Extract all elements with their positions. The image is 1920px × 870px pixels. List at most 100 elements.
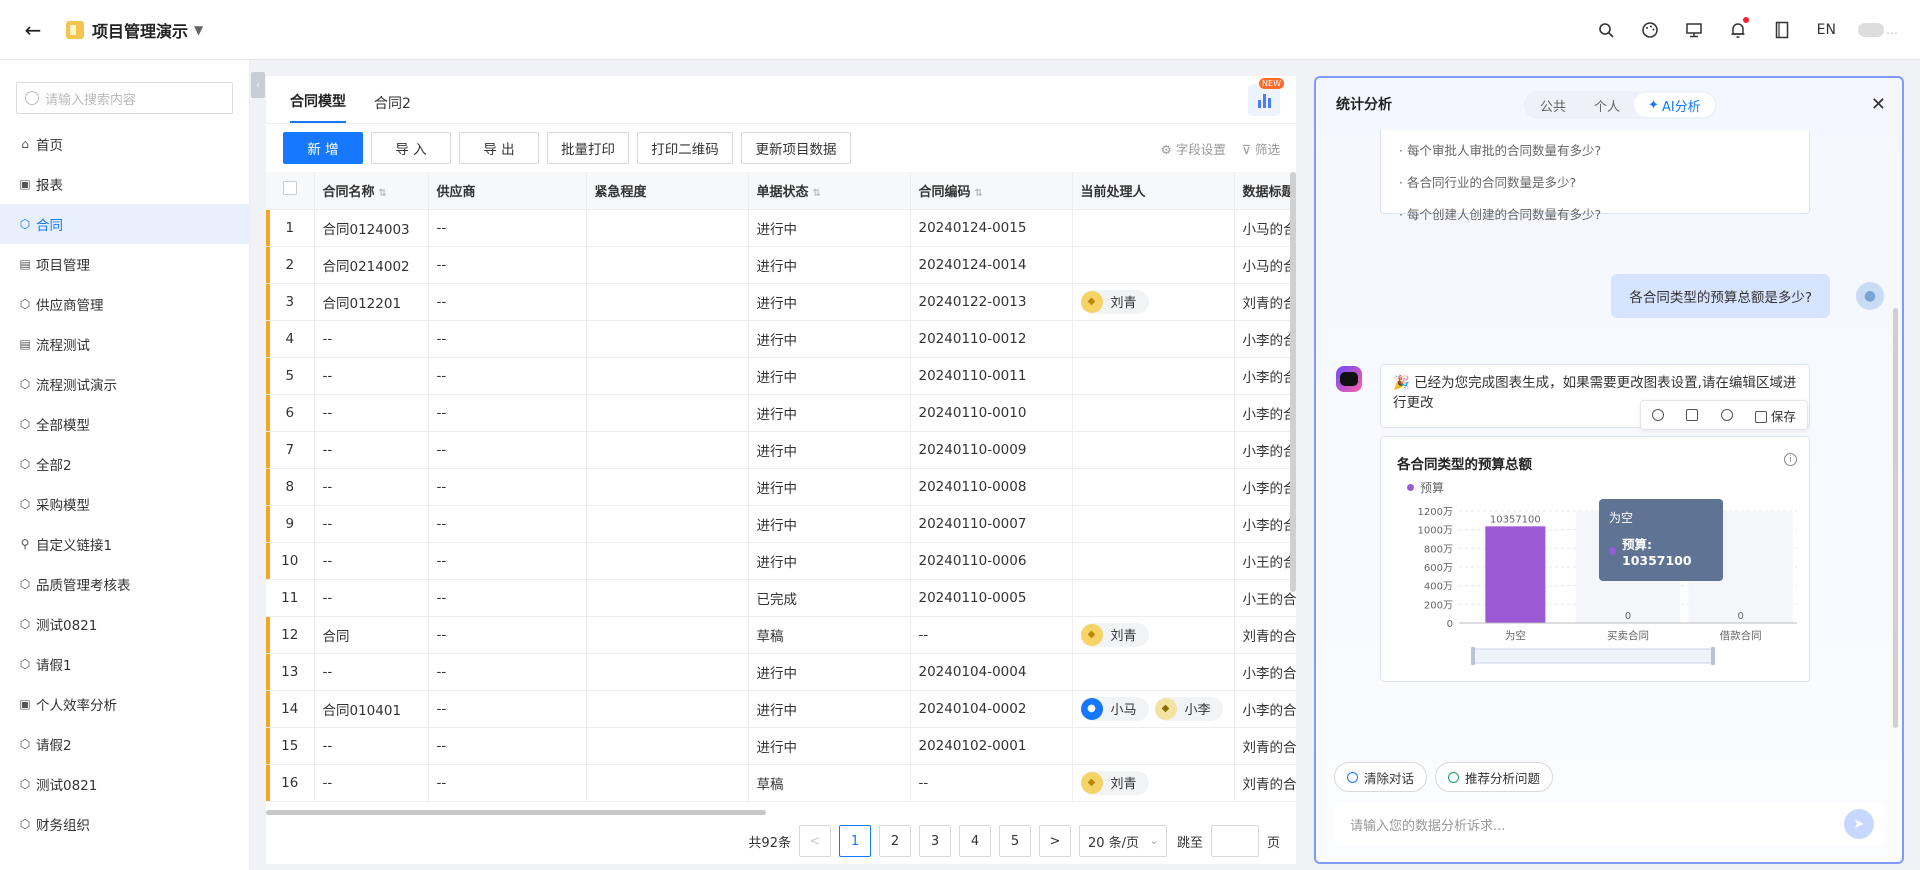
page-3[interactable]: 3 <box>918 825 951 857</box>
table-row[interactable]: 10 -- -- 进行中 20240110-0006 小王的合 <box>266 542 1296 580</box>
pie-chart-icon[interactable] <box>1720 409 1733 421</box>
prev-page-button[interactable]: < <box>798 825 831 857</box>
sidebar-search-input[interactable]: 请输入搜索内容 <box>16 82 233 114</box>
table-row[interactable]: 7 -- -- 进行中 20240110-0009 小李的合 <box>266 431 1296 469</box>
table-row[interactable]: 15 -- -- 进行中 20240102-0001 刘青的合 <box>266 727 1296 765</box>
page-4[interactable]: 4 <box>958 825 991 857</box>
sidebar-item[interactable]: ⬡ 采购模型 <box>0 484 249 524</box>
table-row[interactable]: 9 -- -- 进行中 20240110-0007 小李的合 <box>266 505 1296 543</box>
project-title[interactable]: 项目管理演示 <box>92 18 188 42</box>
sidebar-item[interactable]: ▣ 个人效率分析 <box>0 684 249 724</box>
suggested-question[interactable]: · 各合同行业的合同数量是多少? <box>1399 167 1809 199</box>
jump-page-input[interactable] <box>1210 825 1259 857</box>
tab-contract-2[interactable]: 合同2 <box>374 93 411 123</box>
zoom-slider[interactable] <box>1472 648 1714 664</box>
page-size-select[interactable]: 20 条/页 ⌄ <box>1078 825 1167 857</box>
table-row[interactable]: 11 -- -- 已完成 20240110-0005 小王的合 <box>266 579 1296 617</box>
sort-icon[interactable]: ⇅ <box>813 188 821 199</box>
sidebar-item[interactable]: ⬡ 全部2 <box>0 444 249 484</box>
handler-tag[interactable]: ◆ 刘青 <box>1080 289 1149 314</box>
col-code[interactable]: 合同编码 ⇅ <box>910 172 1073 210</box>
col-contract-name[interactable]: 合同名称 ⇅ <box>314 172 429 210</box>
table-vertical-scrollbar[interactable] <box>1290 172 1296 592</box>
book-icon[interactable] <box>1771 19 1793 41</box>
back-arrow-icon[interactable]: ← <box>20 17 46 43</box>
page-2[interactable]: 2 <box>878 825 911 857</box>
table-row[interactable]: 1 合同0124003 -- 进行中 20240124-0015 小马的合 <box>266 209 1296 247</box>
table-row[interactable]: 3 合同012201 -- 进行中 20240122-0013 ◆ 刘青 刘青的合 <box>266 283 1296 321</box>
add-button[interactable]: 新 增 <box>283 132 363 164</box>
col-handler[interactable]: 当前处理人 <box>1072 172 1235 210</box>
col-status[interactable]: 单据状态 ⇅ <box>748 172 911 210</box>
sidebar-item[interactable]: ⬡ 合同 <box>0 204 249 244</box>
sidebar-item[interactable]: ⬡ 流程测试演示 <box>0 364 249 404</box>
ai-tab-ai-analysis[interactable]: ✦ AI分析 <box>1634 93 1715 117</box>
table-row[interactable]: 8 -- -- 进行中 20240110-0008 小李的合 <box>266 468 1296 506</box>
ai-tab-personal[interactable]: 个人 <box>1580 93 1634 117</box>
bar[interactable] <box>1485 526 1546 623</box>
palette-icon[interactable] <box>1639 19 1661 41</box>
sidebar-item[interactable]: ⬡ 测试0821 <box>0 604 249 644</box>
sort-icon[interactable]: ⇅ <box>379 188 387 199</box>
field-settings-button[interactable]: ⚙ 字段设置 <box>1161 139 1226 158</box>
ai-chat-scrollbar[interactable] <box>1893 308 1898 728</box>
sort-icon[interactable]: ⇅ <box>975 188 983 199</box>
table-row[interactable]: 6 -- -- 进行中 20240110-0010 小李的合 <box>266 394 1296 432</box>
refresh-icon[interactable] <box>1652 409 1665 421</box>
sidebar-item[interactable]: ⬡ 测试0821 <box>0 764 249 804</box>
handler-tag[interactable]: ◆ 刘青 <box>1080 622 1149 647</box>
sidebar-item[interactable]: ⚲ 自定义链接1 <box>0 524 249 564</box>
col-data-title[interactable]: 数据标题 <box>1234 172 1296 210</box>
language-switch[interactable]: EN <box>1817 22 1836 38</box>
zoom-handle-right[interactable] <box>1711 647 1715 665</box>
scrollbar-thumb[interactable] <box>266 810 766 815</box>
export-button[interactable]: 导 出 <box>459 132 539 164</box>
close-icon[interactable]: ✕ <box>1871 94 1886 115</box>
ai-query-input[interactable]: 请输入您的数据分析诉求... ➤ <box>1334 802 1884 846</box>
filter-button[interactable]: ⊽ 筛选 <box>1242 139 1280 158</box>
next-page-button[interactable]: > <box>1038 825 1071 857</box>
update-project-data-button[interactable]: 更新项目数据 <box>741 132 851 164</box>
sidebar-item[interactable]: ⬡ 供应商管理 <box>0 284 249 324</box>
send-icon[interactable]: ➤ <box>1844 809 1874 839</box>
table-row[interactable]: 14 合同010401 -- 进行中 20240104-0002 ● 小马 ◆ 小李 小李的合 <box>266 690 1296 728</box>
user-menu[interactable]: … <box>1858 23 1898 37</box>
handler-tag[interactable]: ● 小马 <box>1080 696 1149 721</box>
sidebar-item[interactable]: ⬡ 请假1 <box>0 644 249 684</box>
collapse-sidebar-button[interactable]: ‹ <box>251 72 265 98</box>
sidebar-item[interactable]: ⬡ 财务组织 <box>0 804 249 844</box>
monitor-icon[interactable] <box>1683 19 1705 41</box>
table-horizontal-scrollbar[interactable] <box>266 808 1296 816</box>
col-urgency[interactable]: 紧急程度 <box>586 172 749 210</box>
sidebar-item[interactable]: ⬡ 品质管理考核表 <box>0 564 249 604</box>
import-button[interactable]: 导 入 <box>371 132 451 164</box>
table-row[interactable]: 12 合同 -- 草稿 -- ◆ 刘青 刘青的合 <box>266 616 1296 654</box>
export-icon[interactable] <box>1686 409 1699 421</box>
bell-icon[interactable] <box>1727 17 1749 41</box>
info-icon[interactable]: i <box>1784 453 1797 466</box>
handler-tag[interactable]: ◆ 小李 <box>1154 696 1223 721</box>
table-row[interactable]: 4 -- -- 进行中 20240110-0012 小李的合 <box>266 320 1296 358</box>
batch-print-button[interactable]: 批量打印 <box>547 132 629 164</box>
sidebar-item[interactable]: ⌂ 首页 <box>0 124 249 164</box>
recommend-questions-button[interactable]: 推荐分析问题 <box>1435 762 1554 792</box>
bar-chart[interactable]: 0 200万 400万 600万 800万 1000万 1200万 10357100 为空 0 买卖… <box>1381 497 1811 683</box>
chart-legend[interactable]: 预算 <box>1407 479 1444 496</box>
sidebar-item[interactable]: ⬡ 请假2 <box>0 724 249 764</box>
suggested-question[interactable]: · 每个审批人审批的合同数量有多少? <box>1399 135 1809 167</box>
col-supplier[interactable]: 供应商 <box>428 172 587 210</box>
table-row[interactable]: 2 合同0214002 -- 进行中 20240124-0014 小马的合 <box>266 246 1296 284</box>
clear-chat-button[interactable]: 清除对话 <box>1334 762 1428 792</box>
page-5[interactable]: 5 <box>998 825 1031 857</box>
select-all-checkbox-cell[interactable] <box>266 172 315 210</box>
suggested-question[interactable]: · 每个创建人创建的合同数量有多少? <box>1399 199 1809 231</box>
tab-contract-model[interactable]: 合同模型 <box>290 91 346 123</box>
ai-tab-public[interactable]: 公共 <box>1526 93 1580 117</box>
handler-tag[interactable]: ◆ 刘青 <box>1080 770 1149 795</box>
zoom-handle-left[interactable] <box>1471 647 1475 665</box>
ai-chart-button[interactable]: NEW <box>1248 78 1284 116</box>
print-qrcode-button[interactable]: 打印二维码 <box>637 132 733 164</box>
save-chart-button[interactable]: 保存 <box>1754 406 1796 425</box>
sidebar-item[interactable]: ▣ 报表 <box>0 164 249 204</box>
select-all-checkbox[interactable] <box>282 181 297 196</box>
